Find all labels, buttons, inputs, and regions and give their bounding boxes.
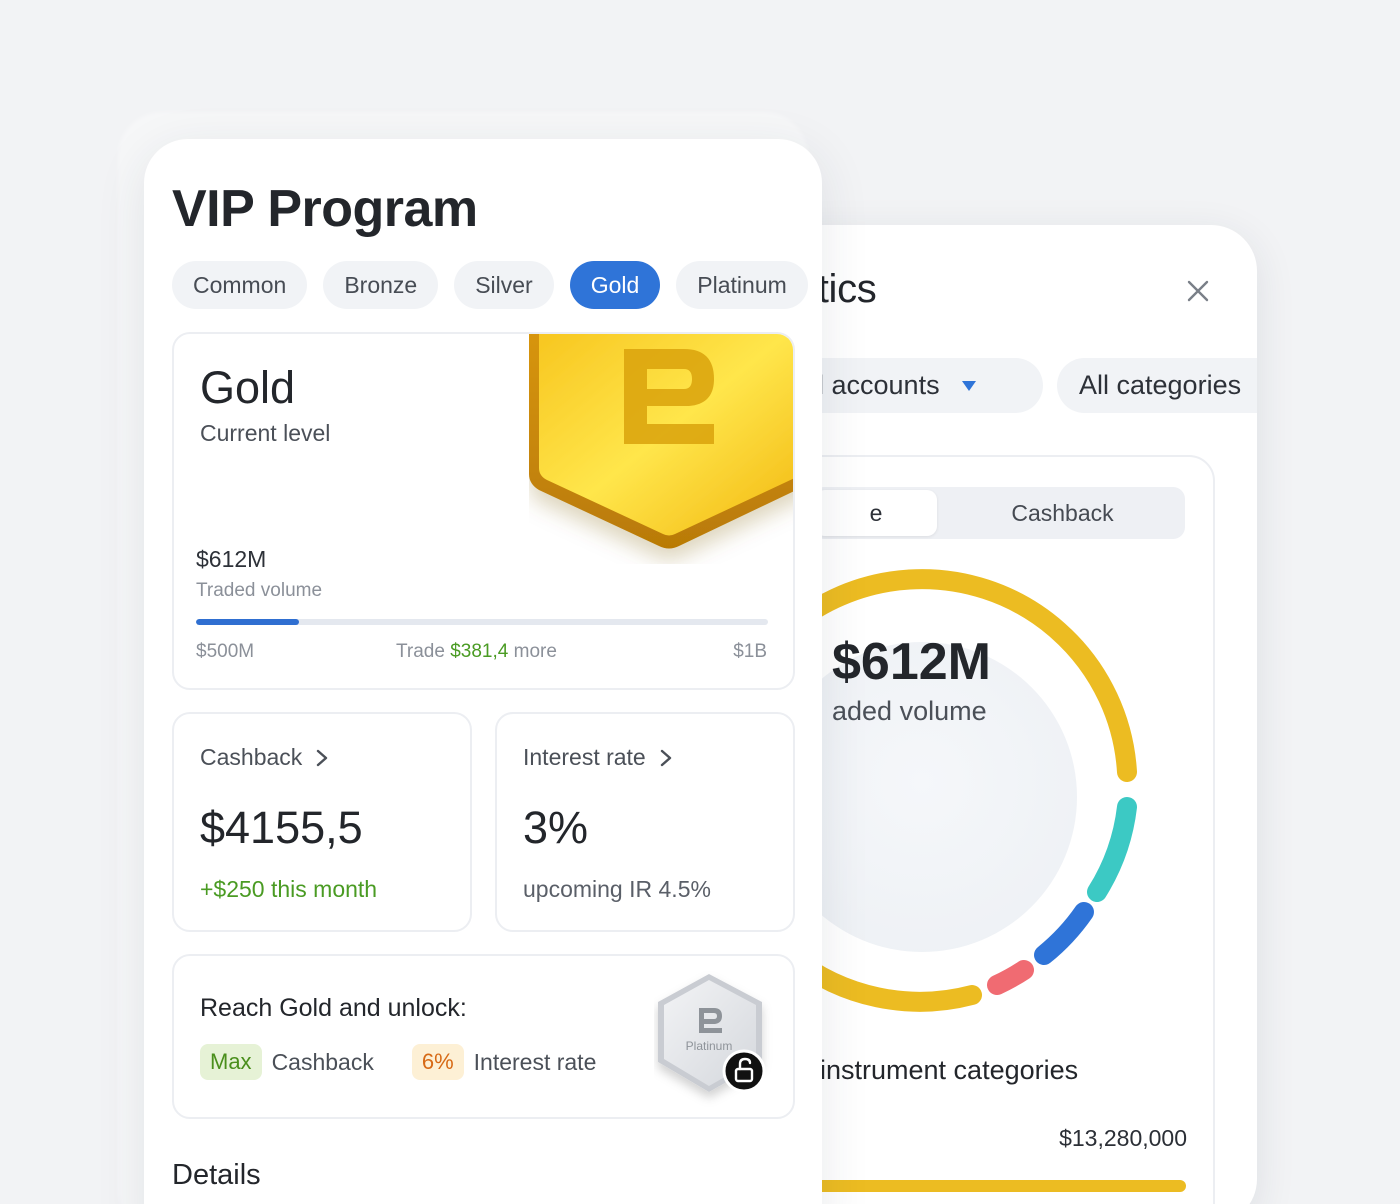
segment-volume[interactable]: e	[815, 490, 937, 536]
benefit-cashback: Cashback	[271, 1048, 374, 1075]
segment-cashback[interactable]: Cashback	[940, 487, 1185, 539]
chevron-down-icon	[961, 380, 976, 391]
trade-more-text: Trade $381,4 more	[396, 641, 557, 663]
cashback-label: Cashback	[200, 744, 303, 770]
close-button[interactable]	[1180, 273, 1216, 309]
categories-filter[interactable]: All categories	[1057, 358, 1257, 413]
interest-note: upcoming IR 4.5%	[523, 876, 711, 902]
analytics-panel: ytics ll accounts All categories e Cashb…	[760, 225, 1257, 1204]
details-heading: Details	[172, 1159, 261, 1191]
unlock-benefits: Max Cashback 6% Interest rate	[200, 1044, 596, 1080]
vip-panel: VIP Program Common Bronze Silver Gold Pl…	[144, 139, 822, 1204]
donut-label: aded volume	[832, 696, 987, 726]
gold-badge-icon	[529, 334, 793, 549]
benefit-chip-max: Max	[200, 1044, 262, 1080]
traded-volume-label: Traded volume	[196, 580, 323, 601]
cashback-card[interactable]: Cashback $4155,5 +$250 this month	[172, 712, 472, 932]
tab-platinum[interactable]: Platinum	[676, 261, 808, 309]
categories-amount: $13,280,000	[1059, 1125, 1187, 1151]
page-title: VIP Program	[172, 180, 478, 238]
close-icon	[1187, 280, 1209, 302]
tab-gold[interactable]: Gold	[569, 261, 661, 309]
tab-common[interactable]: Common	[172, 261, 308, 309]
donut-segment-teal	[1087, 797, 1137, 902]
categories-title: instrument categories	[820, 1055, 1079, 1085]
donut-segment-blue	[1034, 902, 1094, 965]
badge-label: Platinum	[686, 1039, 733, 1053]
unlock-card: Reach Gold and unlock: Max Cashback 6% I…	[172, 954, 795, 1119]
chevron-right-icon	[660, 749, 671, 766]
donut-value: $612M	[832, 633, 991, 691]
range-end: $1B	[733, 641, 767, 662]
accounts-filter-label: ll accounts	[812, 370, 940, 400]
trade-prefix: Trade	[396, 641, 451, 662]
cashback-header: Cashback	[200, 744, 328, 771]
traded-volume-value: $612M	[196, 546, 267, 572]
benefit-chip-rate: 6%	[411, 1044, 464, 1080]
cashback-note: +$250 this month	[200, 876, 378, 902]
volume-card: e Cashback $612M aded volume	[760, 455, 1215, 1204]
tier-tabs: Common Bronze Silver Gold Platinum	[172, 261, 808, 309]
donut-center-text: $612M aded volume	[832, 632, 991, 727]
categories-filter-label: All categories	[1079, 370, 1242, 400]
level-progress-bar	[196, 619, 768, 625]
segmented-control: e Cashback	[812, 487, 1185, 539]
interest-label: Interest rate	[523, 744, 646, 770]
platinum-badge-icon: Platinum	[658, 974, 766, 1093]
donut-segment-red	[987, 960, 1034, 995]
trade-suffix: more	[508, 641, 557, 662]
lock-icon-bg	[722, 1049, 766, 1093]
range-start: $500M	[196, 641, 255, 662]
level-subtitle: Current level	[200, 420, 331, 446]
tab-bronze[interactable]: Bronze	[323, 261, 439, 309]
interest-value: 3%	[523, 802, 589, 853]
interest-rate-card[interactable]: Interest rate 3% upcoming IR 4.5%	[495, 712, 795, 932]
cashback-value: $4155,5	[200, 802, 363, 853]
category-bar	[770, 1180, 1186, 1192]
level-name: Gold	[200, 362, 296, 413]
accounts-filter[interactable]: ll accounts	[790, 358, 1043, 413]
current-level-card: Gold Current level $612M Traded volume $…	[172, 332, 795, 690]
unlock-title: Reach Gold and unlock:	[200, 994, 467, 1022]
benefit-interest: Interest rate	[473, 1048, 597, 1075]
trade-amount: $381,4	[450, 641, 509, 662]
chevron-right-icon	[317, 749, 328, 766]
tab-silver[interactable]: Silver	[454, 261, 554, 309]
level-progress-fill	[196, 619, 299, 625]
interest-header: Interest rate	[523, 744, 672, 771]
